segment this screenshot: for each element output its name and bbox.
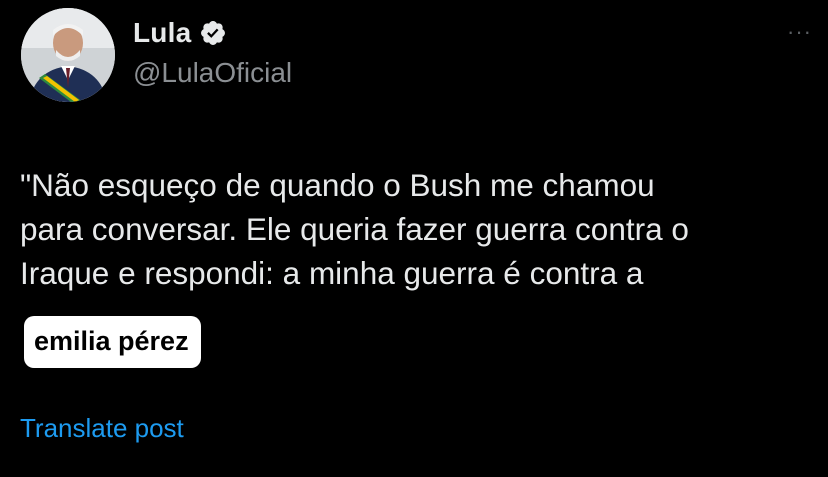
- verified-badge-icon: [201, 21, 226, 45]
- avatar[interactable]: [21, 8, 115, 102]
- tweet-text: "Não esqueço de quando o Bush me chamou …: [20, 167, 689, 291]
- translate-post-link[interactable]: Translate post: [20, 413, 184, 444]
- more-options-icon[interactable]: ···: [787, 21, 812, 43]
- author-display-name[interactable]: Lula: [133, 17, 191, 49]
- author-name-row: Lula: [133, 17, 227, 49]
- sticker-text: emilia pérez: [34, 326, 189, 356]
- avatar-image: [21, 8, 115, 102]
- author-handle[interactable]: @LulaOficial: [133, 57, 292, 89]
- text-sticker-overlay: emilia pérez: [24, 316, 201, 368]
